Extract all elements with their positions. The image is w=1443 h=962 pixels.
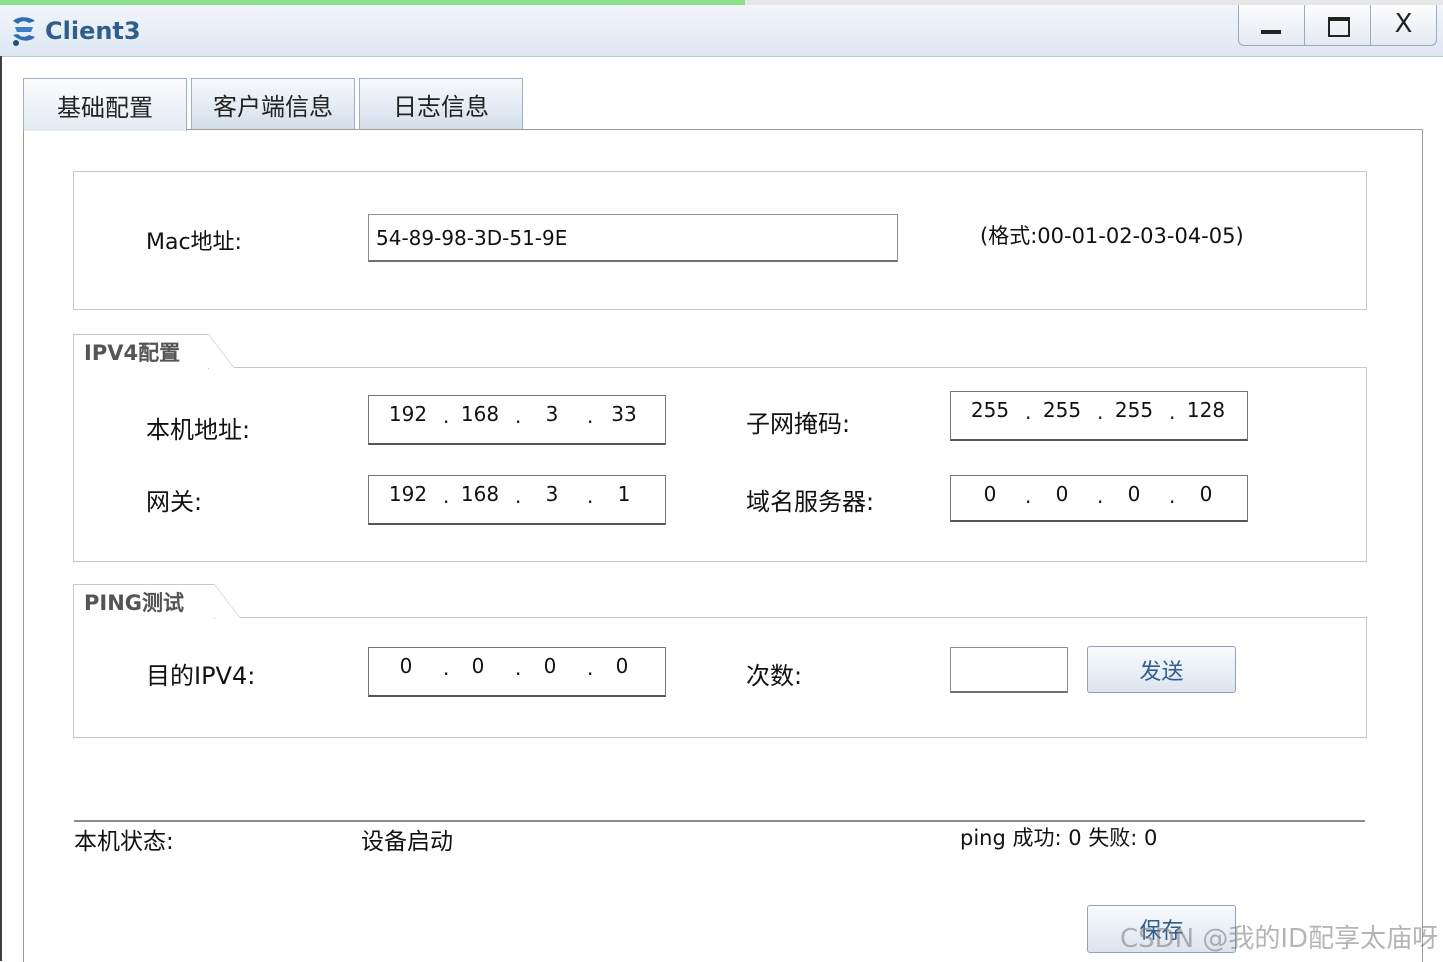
window-title: Client3 [45,17,141,45]
gateway-label: 网关: [146,488,203,516]
gateway-octet-3[interactable]: 3 [532,482,572,506]
window-controls: X [1238,5,1438,47]
local-ip-label: 本机地址: [146,416,251,444]
local-ip-octet-3[interactable]: 3 [532,402,572,426]
ipv4-legend: IPV4配置 [73,334,234,369]
window-left-border [0,56,2,961]
mac-label: Mac地址: [146,230,242,255]
watermark-text: CSDN @我的ID配享太庙呀 [1120,924,1439,954]
ping-result-text: ping 成功: 0 失败: 0 [960,826,1158,850]
dns-octet-2[interactable]: 0 [1042,482,1082,506]
ip-dot: . [515,404,522,428]
ip-dot: . [443,656,450,680]
ip-dot: . [587,484,594,508]
dns-octet-4[interactable]: 0 [1186,482,1226,506]
tab-basic-config[interactable]: 基础配置 [23,78,187,131]
status-divider [74,820,1365,822]
gateway-octet-2[interactable]: 168 [460,482,500,506]
local-ip-octet-4[interactable]: 33 [604,402,644,426]
ping-target-label: 目的IPV4: [146,662,256,690]
minimize-button[interactable] [1238,5,1305,46]
subnet-mask-input[interactable]: 255 . 255 . 255 . 128 [950,391,1248,441]
ip-dot: . [1025,484,1032,508]
subnet-mask-label: 子网掩码: [746,410,851,438]
tab-client-info[interactable]: 客户端信息 [191,78,355,129]
mask-octet-4[interactable]: 128 [1186,398,1226,422]
mask-octet-1[interactable]: 255 [970,398,1010,422]
mac-input[interactable]: 54-89-98-3D-51-9E [368,214,898,262]
ip-dot: . [515,656,522,680]
dns-octet-3[interactable]: 0 [1114,482,1154,506]
send-button[interactable]: 发送 [1087,646,1236,693]
ip-dot: . [1169,484,1176,508]
minimize-icon [1261,30,1281,34]
ping-target-input[interactable]: 0 . 0 . 0 . 0 [368,647,666,697]
ip-dot: . [587,404,594,428]
tab-log-info[interactable]: 日志信息 [359,78,523,129]
dns-server-input[interactable]: 0 . 0 . 0 . 0 [950,475,1248,522]
mask-octet-3[interactable]: 255 [1114,398,1154,422]
ping-octet-4[interactable]: 0 [602,654,642,678]
mask-octet-2[interactable]: 255 [1042,398,1082,422]
ping-legend: PING测试 [73,584,240,619]
local-ip-octet-2[interactable]: 168 [460,402,500,426]
maximize-icon [1328,17,1350,37]
app-icon [13,17,35,46]
dns-server-label: 域名服务器: [746,488,875,516]
status-value: 设备启动 [361,829,453,855]
status-label: 本机状态: [74,829,174,855]
close-button[interactable]: X [1371,5,1437,46]
ip-dot: . [1097,400,1104,424]
title-bar[interactable]: Client3 [0,5,1443,57]
ip-dot: . [587,656,594,680]
ip-dot: . [1097,484,1104,508]
dns-octet-1[interactable]: 0 [970,482,1010,506]
local-ip-input[interactable]: 192 . 168 . 3 . 33 [368,395,666,445]
gateway-input[interactable]: 192 . 168 . 3 . 1 [368,475,666,525]
ip-dot: . [1025,400,1032,424]
ping-octet-3[interactable]: 0 [530,654,570,678]
ping-count-input[interactable] [950,647,1068,693]
close-icon: X [1394,9,1413,39]
ip-dot: . [515,484,522,508]
maximize-button[interactable] [1305,5,1371,46]
ping-octet-1[interactable]: 0 [386,654,426,678]
mac-format-hint: (格式:00-01-02-03-04-05) [980,224,1244,248]
ip-dot: . [443,404,450,428]
gateway-octet-4[interactable]: 1 [604,482,644,506]
gateway-octet-1[interactable]: 192 [388,482,428,506]
ip-dot: . [443,484,450,508]
local-ip-octet-1[interactable]: 192 [388,402,428,426]
ping-octet-2[interactable]: 0 [458,654,498,678]
ip-dot: . [1169,400,1176,424]
ping-count-label: 次数: [746,662,803,690]
